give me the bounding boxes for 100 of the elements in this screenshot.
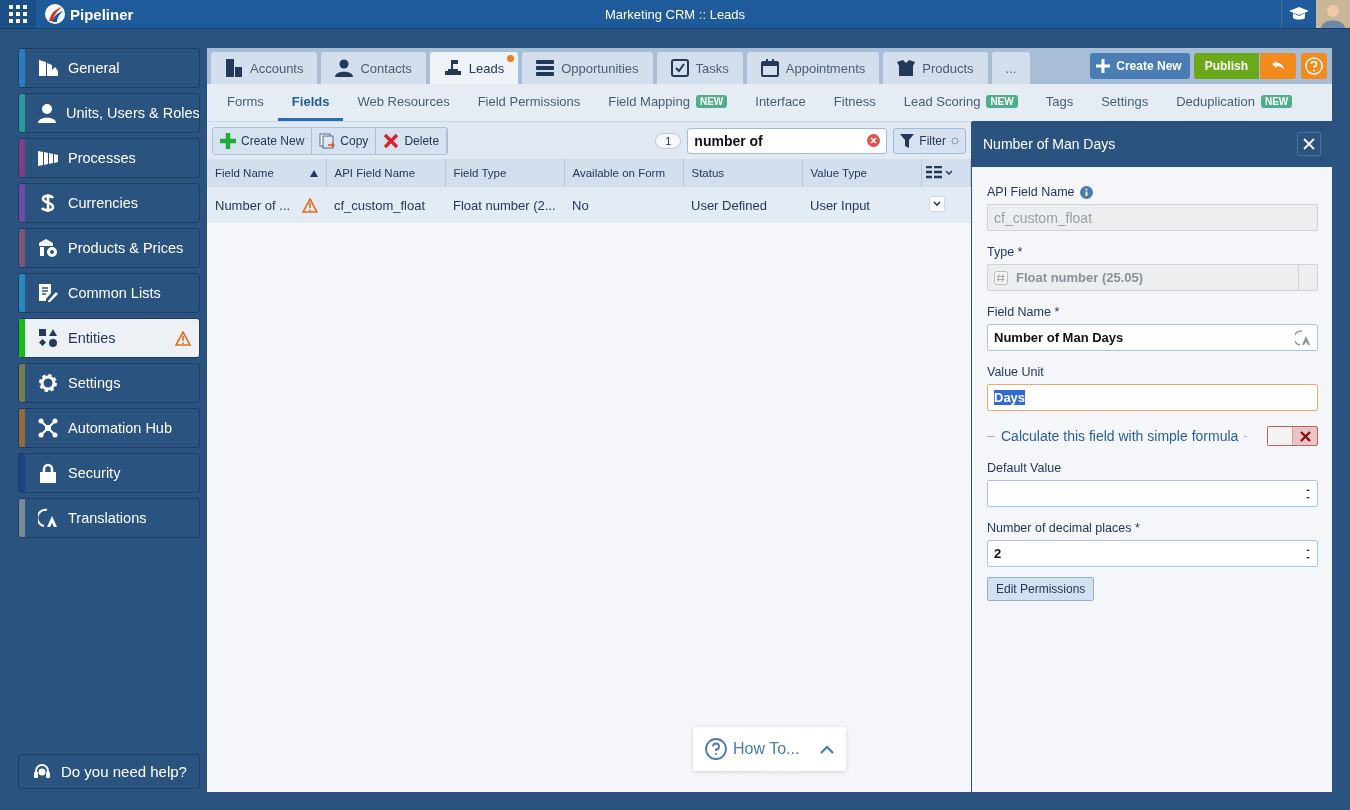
sub-tab[interactable]: Interface <box>741 84 820 121</box>
hash-icon <box>994 270 1008 285</box>
toggle-label: Calculate this field with simple formula <box>1001 428 1239 444</box>
how-to-button[interactable]: How To... <box>693 727 846 771</box>
sub-tab[interactable]: Fitness <box>819 84 890 121</box>
spinner-icon[interactable] <box>1305 486 1311 501</box>
field-label: Number of decimal places * <box>987 521 1140 535</box>
flag-stand-icon <box>443 59 462 77</box>
process-icon <box>38 149 58 167</box>
entity-tab[interactable]: Contacts <box>321 52 426 84</box>
sidebar-item[interactable]: Automation Hub <box>18 408 200 448</box>
column-header[interactable]: Status <box>683 159 802 187</box>
copy-icon <box>319 132 336 149</box>
spinner-icon[interactable] <box>1305 546 1311 561</box>
warning-icon <box>302 197 318 213</box>
shapes-icon <box>38 328 58 348</box>
plus-icon <box>1095 58 1112 74</box>
sidebar-item[interactable]: Processes <box>18 138 200 178</box>
entity-tab[interactable]: Accounts <box>211 52 318 84</box>
entity-tab[interactable]: Leads <box>429 52 519 84</box>
sidebar-item[interactable]: Translations <box>18 498 200 538</box>
entity-tab[interactable]: Tasks <box>656 52 743 84</box>
logo-icon <box>44 3 66 25</box>
sidebar-item[interactable]: Units, Users & Roles <box>18 93 200 133</box>
close-button[interactable] <box>1297 132 1321 156</box>
stack-icon <box>536 59 555 77</box>
table-cell: Number of ... <box>215 197 291 213</box>
edit-permissions-button[interactable]: Edit Permissions <box>987 577 1095 601</box>
graduation-cap-icon[interactable] <box>1289 6 1309 22</box>
sub-tab[interactable]: Field Mapping NEW <box>594 84 742 121</box>
sub-tab[interactable]: Lead Scoring NEW <box>889 84 1032 121</box>
filter-icon <box>900 133 915 148</box>
app-logo-text: Pipeliner <box>70 5 134 23</box>
copy-button[interactable]: Copy <box>312 127 377 154</box>
sidebar-item[interactable]: General <box>18 48 200 88</box>
new-badge: NEW <box>1260 94 1293 108</box>
column-header[interactable]: Field Type <box>445 159 564 187</box>
help-button[interactable]: Do you need help? <box>18 754 200 789</box>
help-icon <box>705 738 727 760</box>
field-name-input[interactable]: Number of Man Days <box>987 324 1318 351</box>
column-header[interactable]: API Field Name <box>326 159 445 187</box>
checkbox-icon <box>670 59 689 77</box>
clear-icon[interactable] <box>867 134 881 147</box>
entity-tab[interactable]: Products <box>883 52 988 84</box>
sub-tab[interactable]: Forms <box>213 84 278 121</box>
column-header[interactable]: Available on Form <box>564 159 683 187</box>
sub-tab[interactable]: Deduplication NEW <box>1162 84 1307 121</box>
delete-button[interactable]: Delete <box>376 127 448 154</box>
columns-menu-icon[interactable] <box>925 166 952 180</box>
buildings-icon <box>38 59 58 77</box>
sidebar-item[interactable]: Settings <box>18 363 200 403</box>
result-count: 1 <box>655 132 682 149</box>
create-new-button[interactable]: Create New <box>1090 53 1190 79</box>
help-icon <box>1305 57 1323 75</box>
sidebar-item[interactable]: Currencies <box>18 183 200 223</box>
column-header[interactable]: Value Type <box>802 159 921 187</box>
buildings-icon <box>225 59 243 77</box>
search-field[interactable]: number of <box>687 127 888 154</box>
row-menu-icon[interactable] <box>929 195 945 212</box>
entity-tab[interactable]: Appointments <box>746 52 880 84</box>
panel-title: Number of Man Days <box>983 136 1116 152</box>
dollar-icon <box>40 193 56 213</box>
undo-icon <box>1272 61 1284 71</box>
sub-tab[interactable]: Web Resources <box>343 84 464 121</box>
sub-tab[interactable]: Tags <box>1031 84 1088 121</box>
sidebar-item[interactable]: Common Lists <box>18 273 200 313</box>
calendar-icon <box>760 59 779 77</box>
formula-toggle[interactable] <box>1267 426 1318 446</box>
sub-tab[interactable]: Settings <box>1087 84 1163 121</box>
chevron-up-icon <box>820 744 834 754</box>
user-icon <box>335 59 354 77</box>
value-unit-input[interactable]: Days <box>987 384 1318 411</box>
cross-icon <box>1299 430 1311 442</box>
close-icon <box>383 132 400 149</box>
table-cell: User Defined <box>691 197 767 213</box>
create-new-button[interactable]: Create New <box>213 127 313 154</box>
entity-tab[interactable]: Opportunities <box>522 52 653 84</box>
apps-grid-icon[interactable] <box>9 5 27 23</box>
sidebar-item[interactable]: Products & Prices <box>18 228 200 268</box>
sidebar-item[interactable]: Entities <box>18 318 200 358</box>
user-icon <box>37 103 57 123</box>
plus-icon <box>220 132 236 149</box>
field-label: API Field Name <box>987 185 1075 199</box>
column-header[interactable]: Field Name <box>207 159 326 187</box>
lock-icon <box>40 463 56 483</box>
sub-tab[interactable]: Field Permissions <box>463 84 595 121</box>
filter-button[interactable]: Filter <box>893 127 966 154</box>
number-input[interactable] <box>987 480 1318 507</box>
table-cell: cf_custom_float <box>334 197 426 213</box>
sort-up-icon <box>309 169 318 177</box>
number-input[interactable]: 2 <box>987 540 1318 567</box>
info-icon <box>1079 185 1093 199</box>
field-label: Field Name * <box>987 305 1060 319</box>
sidebar-item[interactable]: Security <box>18 453 200 493</box>
table-cell: No <box>572 197 589 213</box>
network-icon <box>38 418 58 438</box>
field-label: Value Unit <box>987 365 1044 379</box>
status-circle-icon <box>951 136 959 145</box>
entity-tab[interactable]: ... <box>991 52 1031 84</box>
table-cell: User Input <box>810 197 870 213</box>
